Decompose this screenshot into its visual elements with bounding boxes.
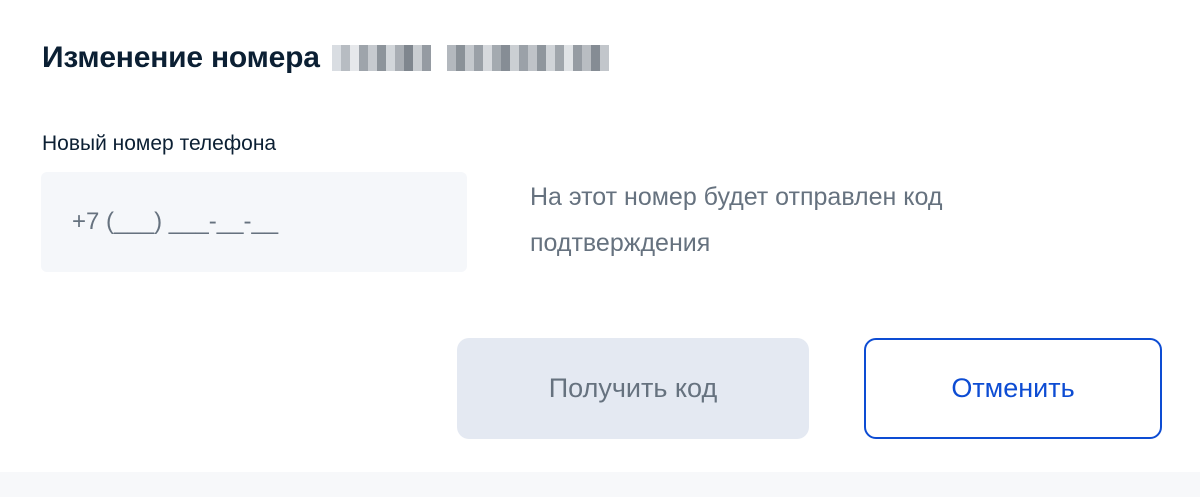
redacted-block (331, 45, 431, 71)
phone-hint-text: На этот номер будет отправлен код подтве… (530, 183, 943, 257)
redacted-current-number (331, 34, 609, 82)
get-code-button[interactable]: Получить код (457, 338, 809, 439)
new-phone-input[interactable] (41, 172, 467, 272)
phone-field-label: Новый номер телефона (42, 132, 277, 155)
dialog-header: Изменение номера (42, 34, 609, 82)
dialog-title: Изменение номера (42, 41, 320, 74)
redacted-block (446, 45, 609, 71)
cancel-button[interactable]: Отменить (864, 338, 1162, 439)
change-number-dialog: Изменение номера Новый номер телефона +7… (0, 0, 1200, 472)
